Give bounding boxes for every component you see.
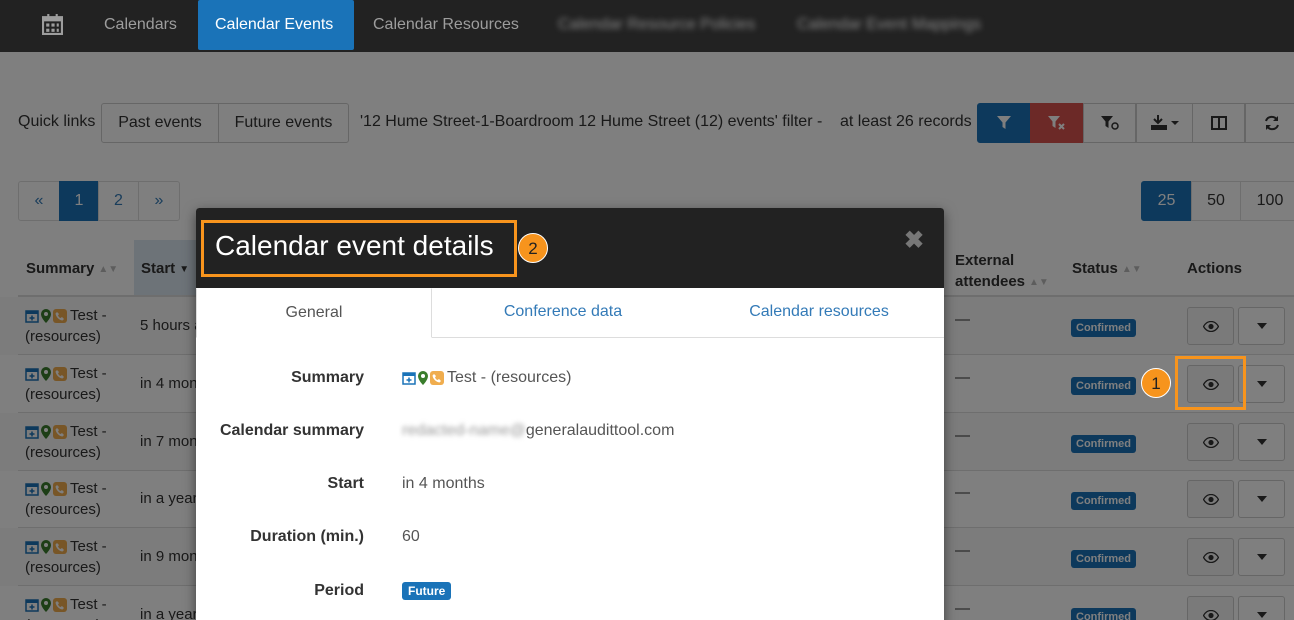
modal-header: Calendar event details ✖ <box>196 208 944 288</box>
callout-badge-2: 2 <box>518 233 548 263</box>
period-badge: Future <box>402 582 452 600</box>
duration-label: Duration (min.) <box>250 528 364 545</box>
map-marker-icon <box>418 370 428 385</box>
phone-icon <box>430 370 444 385</box>
top-navbar: Calendars Calendar Events Calendar Resou… <box>0 0 1294 52</box>
nav-calendar-resource-policies[interactable]: Calendar Resource Policies <box>541 0 772 50</box>
summary-value: Test - (resources) <box>402 369 571 387</box>
nav-calendar-events[interactable]: Calendar Events <box>198 0 354 50</box>
redacted-email-prefix: redacted-name@ <box>402 422 526 439</box>
summary-label: Summary <box>291 369 364 386</box>
tab-conference-data[interactable]: Conference data <box>432 288 694 338</box>
calendar-icon[interactable] <box>42 14 63 35</box>
callout-badge-1: 1 <box>1141 368 1171 398</box>
nav-calendar-resources[interactable]: Calendar Resources <box>356 0 536 50</box>
duration-value: 60 <box>402 528 420 545</box>
modal-tabs: General Conference data Calendar resourc… <box>196 288 944 338</box>
nav-calendar-event-mappings[interactable]: Calendar Event Mappings <box>780 0 998 50</box>
period-value: Future <box>402 582 452 600</box>
tab-general[interactable]: General <box>196 288 432 338</box>
start-label: Start <box>327 475 364 492</box>
modal-title: Calendar event details <box>215 230 494 261</box>
calendar-plus-icon <box>402 372 416 385</box>
event-details-modal: Calendar event details ✖ General Confere… <box>196 208 944 620</box>
close-icon[interactable]: ✖ <box>904 226 924 255</box>
calendar-summary-label: Calendar summary <box>219 422 364 439</box>
tab-calendar-resources[interactable]: Calendar resources <box>694 288 944 338</box>
nav-calendars[interactable]: Calendars <box>87 0 194 50</box>
start-value: in 4 months <box>402 475 485 492</box>
period-label: Period <box>314 582 364 599</box>
event-type-icons <box>402 370 444 385</box>
calendar-summary-value: redacted-name@generalaudittool.com <box>402 422 675 439</box>
